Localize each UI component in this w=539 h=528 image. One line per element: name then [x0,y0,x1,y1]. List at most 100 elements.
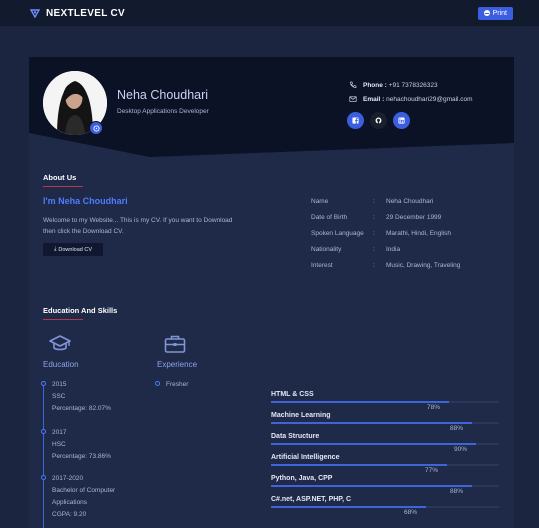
email-icon [349,96,357,102]
skill-bar-fill [271,422,472,424]
brand-name: NEXTLEVEL CV [46,7,125,19]
education-year: 2015 [52,381,67,388]
facebook-link[interactable] [347,112,364,129]
about-title-underline [43,186,83,187]
print-label: Print [492,9,507,17]
skill-percent: 90% [454,446,468,453]
github-link[interactable] [370,112,387,129]
info-value: Music, Drawing, Traveling [386,262,461,269]
skill-bar-fill [271,401,449,403]
brand[interactable]: NEXTLEVEL CV [30,8,125,19]
skill-row: Artificial Intelligence 77% [271,454,499,475]
chat-badge[interactable] [89,121,103,135]
education-skills-section-title: Education And Skills [43,306,118,315]
info-key: Date of Birth [311,214,348,221]
skill-name: C#.net, ASP.NET, PHP, C [271,496,352,503]
education-entry-1: 2015 SSC Percentage: 82.07% [52,379,142,415]
timeline-dot [40,475,46,480]
skill-name: Python, Java, CPP [271,475,333,482]
timeline-dot [155,381,160,386]
skill-name: Machine Learning [271,412,331,419]
education-degree: Bachelor of Computer Applications [52,487,116,506]
info-row-interest: Interest : Music, Drawing, Traveling [311,262,460,269]
education-entry-3: 2017-2020 Bachelor of Computer Applicati… [52,473,142,521]
education-degree: SSC [52,393,66,400]
skill-row: Machine Learning 88% [271,412,499,433]
resume-card: Neha Choudhari Desktop Applications Deve… [29,57,514,528]
skill-percent: 88% [450,425,464,432]
skill-name: Artificial Intelligence [271,454,340,461]
skill-name: Data Structure [271,433,320,440]
info-sep: : [373,230,375,237]
chat-icon [92,124,100,132]
education-entry-2: 2017 HSC Percentage: 73.86% [52,427,142,463]
education-year: 2017-2020 [52,475,84,482]
social-links [347,112,410,129]
timeline-dot [40,429,46,434]
print-button[interactable]: Print [477,6,513,20]
education-degree: HSC [52,441,66,448]
skill-percent: 88% [450,488,464,495]
info-value: Neha Choudhari [386,198,434,205]
education-title-underline [43,319,83,320]
contact-phone: Phone : +91 7378326323 [349,81,438,89]
header-divider-shape [29,133,514,157]
info-sep: : [373,246,375,253]
education-timeline-line [43,386,44,528]
info-row-name: Name : Neha Choudhari [311,198,433,205]
info-key: Name [311,198,329,205]
download-label: Download CV [58,246,93,253]
skill-row: Python, Java, CPP 88% [271,475,499,496]
skill-percent: 77% [425,467,439,474]
print-icon [483,10,490,16]
skill-row: C#.net, ASP.NET, PHP, C 68% [271,496,499,517]
info-row-dob: Date of Birth : 29 December 1999 [311,214,441,221]
info-key: Interest [311,262,333,269]
phone-value: +91 7378326323 [388,81,438,89]
linkedin-link[interactable] [393,112,410,129]
info-row-nationality: Nationality : India [311,246,400,253]
profile-name: Neha Choudhari [117,88,209,102]
about-text: Welcome to my Website... This is my CV. … [43,217,233,235]
brand-logo-icon [30,9,40,18]
github-icon [375,117,382,124]
education-year: 2017 [52,429,67,436]
info-key: Spoken Language [311,230,364,237]
info-value: Marathi, Hindi, English [386,230,452,237]
skill-bar-fill [271,464,447,466]
email-value[interactable]: nehachoudhari29@gmail.com [386,96,472,103]
top-navbar: NEXTLEVEL CV Print [0,0,539,26]
skill-row: Data Structure 90% [271,433,499,454]
experience-title: Experience [157,360,198,369]
info-key: Nationality [311,246,342,253]
skill-bar-fill [271,506,426,508]
experience-title-text: Fresher [166,381,189,388]
skill-row: HTML & CSS 78% [271,391,499,412]
skill-name: HTML & CSS [271,391,314,398]
download-icon: ⤓ [53,246,57,252]
linkedin-icon [398,117,405,124]
profile-role: Desktop Applications Developer [117,108,209,115]
about-section-title: About Us [43,173,77,182]
briefcase-icon [164,335,186,353]
skill-percent: 68% [404,509,418,516]
email-label: Email : [363,95,385,103]
education-score: CGPA: 9.20 [52,511,87,518]
phone-label: Phone : [363,81,387,89]
contact-email: Email : nehachoudhari29@gmail.com [349,95,473,103]
info-value: 29 December 1999 [386,214,442,221]
facebook-icon [352,117,359,124]
education-score: Percentage: 82.07% [52,405,111,412]
phone-icon [350,81,357,88]
about-heading: I'm Neha Choudhari [43,196,128,206]
skill-bar-fill [271,485,472,487]
education-title: Education [43,360,79,369]
graduation-cap-icon [49,335,71,351]
info-sep: : [373,198,375,205]
skill-bar-fill [271,443,476,445]
skill-percent: 78% [427,404,441,411]
experience-entry-1: Fresher [166,379,256,391]
download-cv-button[interactable]: ⤓ Download CV [43,243,103,256]
info-row-language: Spoken Language : Marathi, Hindi, Englis… [311,230,451,237]
education-score: Percentage: 73.86% [52,453,111,460]
